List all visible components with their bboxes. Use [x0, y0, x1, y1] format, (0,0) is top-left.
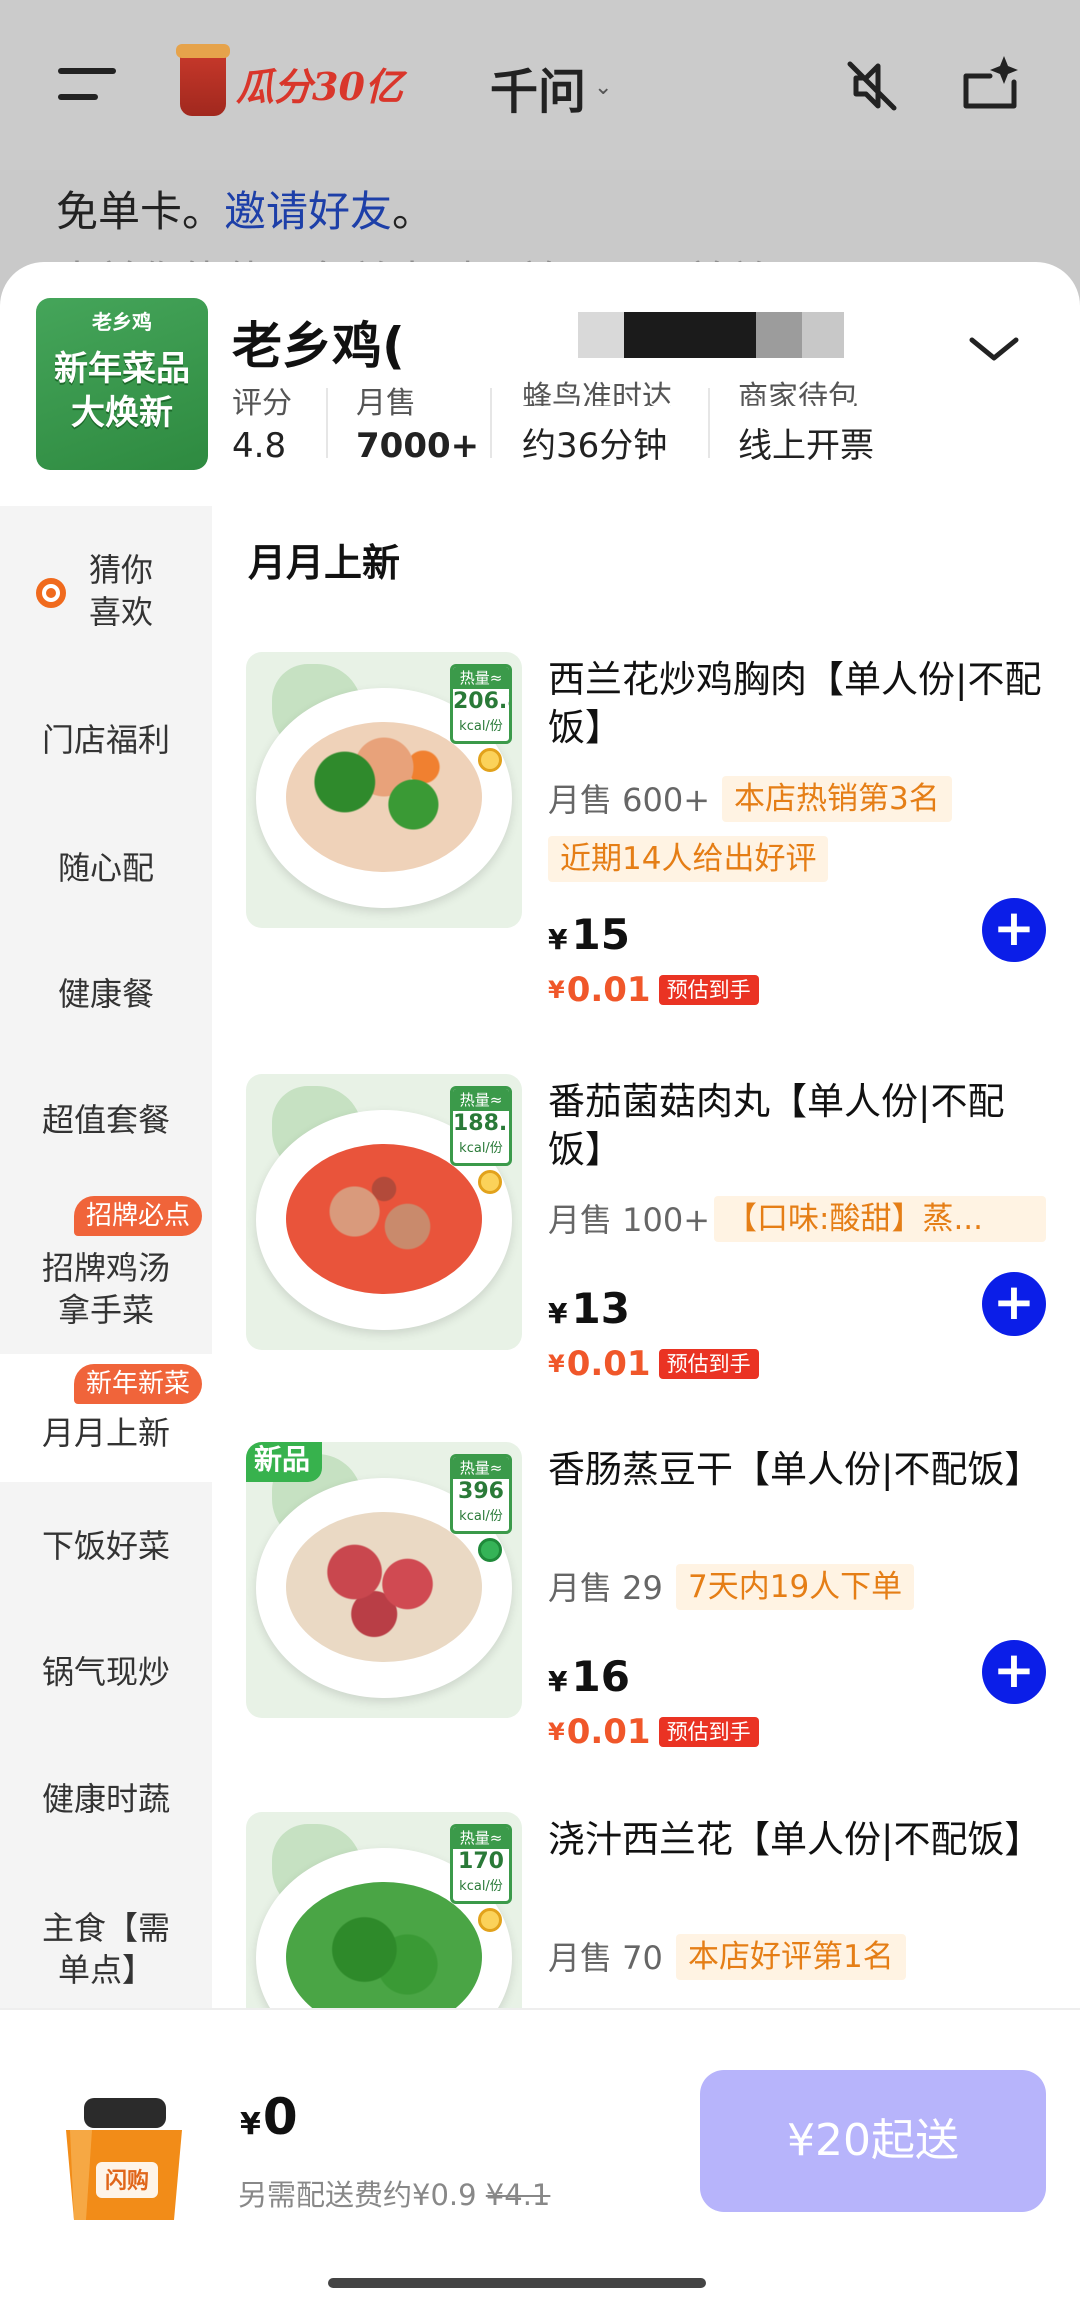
- sidebar-item-rice-dishes[interactable]: 下饭好菜: [0, 1482, 212, 1610]
- sidebar-item-value-set[interactable]: 超值套餐: [0, 1056, 212, 1184]
- product-name: 番茄菌菇肉丸【单人份|不配饭】: [548, 1080, 1005, 1171]
- cart-bar: 闪购 ¥0 另需配送费约¥0.9 ¥4.1 ¥20起送: [0, 2008, 1080, 2309]
- health-dot-icon: [478, 1908, 502, 1932]
- health-dot-icon: [478, 1170, 502, 1194]
- redaction-block: [624, 312, 756, 358]
- redaction-block: [802, 312, 844, 358]
- top-bar: 瓜分30亿 千问 ⌄: [0, 0, 1080, 170]
- product-price: ¥16: [548, 1652, 630, 1701]
- menu-icon[interactable]: [58, 64, 116, 104]
- sidebar-item-vegetables[interactable]: 健康时蔬: [0, 1734, 212, 1864]
- sidebar-item-wok-fried[interactable]: 锅气现炒: [0, 1610, 212, 1734]
- stat-monthly-sales: 月售 7000+: [356, 386, 480, 466]
- product-sales: 月售 100+: [548, 1201, 711, 1239]
- redaction-block: [756, 312, 802, 358]
- add-to-cart-button[interactable]: +: [982, 1640, 1046, 1704]
- product-price: ¥13: [548, 1284, 630, 1333]
- estimate-badge: 预估到手: [658, 975, 759, 1005]
- product-tag: 近期14人给出好评: [548, 836, 829, 882]
- add-to-cart-button[interactable]: +: [982, 898, 1046, 962]
- product-sales: 月售 70: [548, 1939, 663, 1977]
- product-tag: 7天内19人下单: [676, 1564, 915, 1610]
- product-tag: 【口味:酸甜】蒸...: [714, 1196, 1046, 1242]
- divider: [326, 388, 328, 458]
- health-dot-icon: [478, 1538, 502, 1562]
- shop-sheet: 老乡鸡 新年菜品 大焕新 老乡鸡( 评分 4.8 月售 7000+ 蜂鸟准时达 …: [0, 262, 1080, 2309]
- product-image: 热量≈ 206.8 kcal/份: [246, 652, 522, 928]
- stat-invoice: 商家待包 线上开票: [738, 380, 874, 466]
- cart-total: ¥0: [240, 2088, 298, 2146]
- calorie-badge: 热量≈ 170 kcal/份: [450, 1824, 512, 1904]
- section-title: 月月上新: [248, 541, 401, 585]
- redaction-block: [578, 312, 624, 358]
- new-product-badge: 新品: [246, 1442, 323, 1482]
- invite-friends-link[interactable]: 邀请好友: [224, 187, 392, 236]
- divider: [490, 388, 492, 458]
- delivery-fee: 另需配送费约¥0.9 ¥4.1: [238, 2178, 551, 2212]
- sparkle-icon[interactable]: [960, 52, 1022, 114]
- recommend-icon: [36, 578, 66, 608]
- sidebar-item-healthy-meal[interactable]: 健康餐: [0, 932, 212, 1056]
- estimate-badge: 预估到手: [658, 1717, 759, 1747]
- estimate-badge: 预估到手: [658, 1349, 759, 1379]
- product-card[interactable]: 热量≈ 188.1 kcal/份 番茄菌菇肉丸【单人份|不配饭】 月售 100+…: [244, 1074, 1064, 1434]
- promo-text: 瓜分30亿: [236, 63, 403, 109]
- product-final-price: ¥0.01 预估到手: [548, 1344, 759, 1384]
- calorie-badge: 热量≈ 206.8 kcal/份: [450, 664, 512, 744]
- assistant-title[interactable]: 千问 ⌄: [490, 52, 612, 122]
- product-final-price: ¥0.01 预估到手: [548, 970, 759, 1010]
- product-image: 热量≈ 396 kcal/份 新品: [246, 1442, 522, 1718]
- category-sidebar: 猜你 喜欢 门店福利 随心配 健康餐 超值套餐 招牌鸡汤 拿手菜 招牌必点 月月…: [0, 506, 212, 2266]
- coffee-cup-icon: [176, 44, 230, 116]
- calorie-badge: 热量≈ 396 kcal/份: [450, 1454, 512, 1534]
- product-tag: 本店热销第3名: [722, 776, 952, 822]
- sidebar-item-store-benefits[interactable]: 门店福利: [0, 676, 212, 804]
- product-card[interactable]: 热量≈ 396 kcal/份 新品 香肠蒸豆干【单人份|不配饭】 月售 29 7…: [244, 1442, 1064, 1802]
- product-card[interactable]: 热量≈ 170 kcal/份 浇汁西兰花【单人份|不配饭】 月售 70 本店好评…: [244, 1812, 1064, 2088]
- new-year-badge: 新年新菜: [74, 1364, 203, 1404]
- add-to-cart-button[interactable]: +: [982, 1272, 1046, 1336]
- sidebar-item-combo[interactable]: 随心配: [0, 804, 212, 932]
- divider: [708, 388, 710, 458]
- product-card[interactable]: 热量≈ 206.8 kcal/份 西兰花炒鸡胸肉【单人份|不配饭】 月售 600…: [244, 652, 1064, 1032]
- shop-logo: 老乡鸡 新年菜品 大焕新: [36, 298, 208, 470]
- promo-banner[interactable]: 瓜分30亿: [176, 44, 403, 118]
- stat-delivery: 蜂鸟准时达 约36分钟: [522, 380, 672, 466]
- product-price: ¥15: [548, 910, 630, 959]
- health-dot-icon: [478, 748, 502, 772]
- product-name: 西兰花炒鸡胸肉【单人份|不配饭】: [548, 658, 1042, 749]
- calorie-badge: 热量≈ 188.1 kcal/份: [450, 1086, 512, 1166]
- sidebar-item-guess-you-like[interactable]: 猜你 喜欢: [0, 506, 212, 676]
- chevron-down-icon[interactable]: [966, 332, 1022, 366]
- product-sales: 月售 600+: [548, 781, 711, 819]
- product-sales: 月售 29: [548, 1569, 663, 1607]
- mute-icon[interactable]: [842, 56, 902, 116]
- signature-badge: 招牌必点: [74, 1196, 203, 1236]
- product-image: 热量≈ 188.1 kcal/份: [246, 1074, 522, 1350]
- product-final-price: ¥0.01 预估到手: [548, 1712, 759, 1752]
- product-tag: 本店好评第1名: [676, 1934, 906, 1980]
- chevron-down-icon: ⌄: [594, 74, 613, 100]
- stat-rating: 评分 4.8: [232, 386, 292, 466]
- svg-text:闪购: 闪购: [105, 2168, 149, 2194]
- chat-message: 免单卡。邀请好友。: [56, 187, 435, 236]
- delivery-bag-icon[interactable]: 闪购: [56, 2090, 192, 2230]
- checkout-button[interactable]: ¥20起送: [700, 2070, 1046, 2212]
- shop-name[interactable]: 老乡鸡(: [232, 306, 405, 378]
- home-indicator[interactable]: [328, 2278, 706, 2288]
- product-name: 浇汁西兰花【单人份|不配饭】: [548, 1818, 1042, 1861]
- title-text: 千问: [490, 64, 587, 120]
- product-name: 香肠蒸豆干【单人份|不配饭】: [548, 1448, 1042, 1491]
